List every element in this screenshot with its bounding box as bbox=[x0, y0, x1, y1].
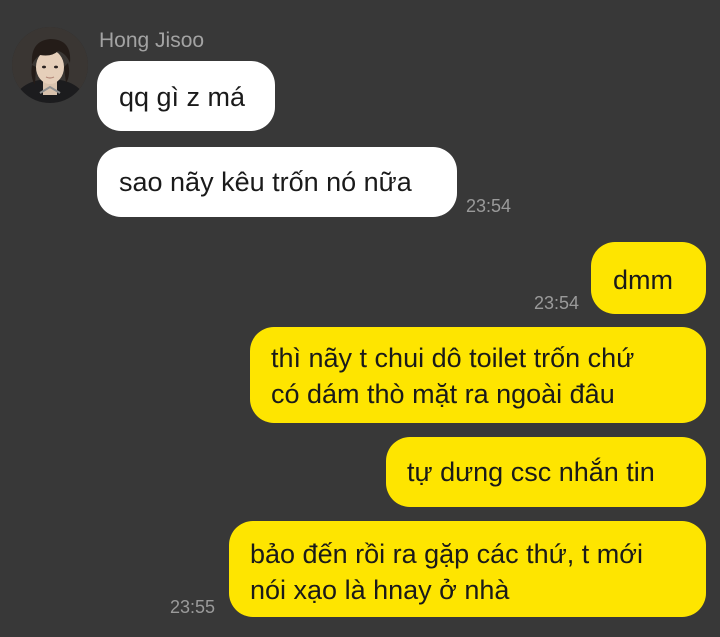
message-timestamp: 23:54 bbox=[466, 196, 512, 216]
message-text-line: có dám thò mặt ra ngoài đâu bbox=[271, 379, 615, 409]
message-timestamp: 23:54 bbox=[534, 293, 580, 313]
message-text: tự dưng csc nhắn tin bbox=[407, 457, 655, 487]
avatar-photo-icon bbox=[12, 27, 88, 103]
message-text: sao nãy kêu trốn nó nữa bbox=[119, 167, 412, 197]
message-text-line: bảo đến rồi ra gặp các thứ, t mới bbox=[250, 539, 643, 569]
message-text: qq gì z má bbox=[119, 82, 246, 112]
message-text: dmm bbox=[613, 265, 673, 295]
sender-name: Hong Jisoo bbox=[99, 29, 205, 52]
outgoing-message[interactable]: dmm bbox=[591, 242, 706, 314]
sender-avatar[interactable] bbox=[12, 27, 88, 103]
outgoing-message[interactable]: thì nãy t chui dô toilet trốn chứ có dám… bbox=[250, 327, 706, 423]
message-timestamp: 23:55 bbox=[170, 597, 216, 617]
message-text-line: nói xạo là hnay ở nhà bbox=[250, 575, 510, 605]
incoming-message[interactable]: qq gì z má bbox=[97, 61, 275, 131]
message-text-line: thì nãy t chui dô toilet trốn chứ bbox=[271, 343, 635, 373]
outgoing-message[interactable]: bảo đến rồi ra gặp các thứ, t mới nói xạ… bbox=[229, 521, 706, 617]
outgoing-message[interactable]: tự dưng csc nhắn tin bbox=[386, 437, 706, 507]
incoming-message[interactable]: sao nãy kêu trốn nó nữa bbox=[97, 147, 457, 217]
